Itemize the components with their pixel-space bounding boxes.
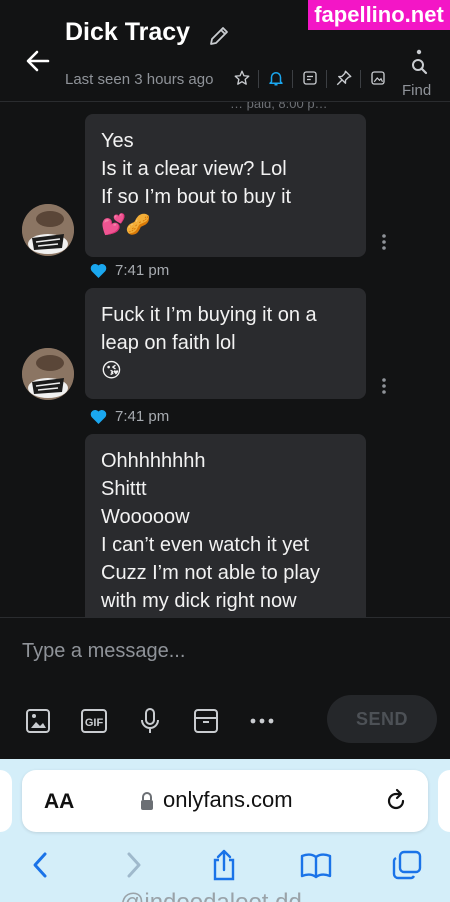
- header-separator: [292, 70, 293, 88]
- reload-icon[interactable]: [383, 788, 409, 814]
- back-chevron-icon[interactable]: [22, 847, 58, 883]
- background-text: @indoodaloot dd: [120, 889, 302, 902]
- avatar[interactable]: [22, 204, 74, 256]
- message-emoji: 💕🥜: [101, 214, 151, 236]
- heart-icon[interactable]: [90, 409, 107, 424]
- back-arrow-icon[interactable]: [22, 45, 54, 77]
- message-line: Yes: [101, 130, 134, 152]
- find-icon[interactable]: [408, 48, 430, 78]
- url-text[interactable]: onlyfans.com: [163, 787, 293, 813]
- next-tab-edge[interactable]: [438, 770, 450, 832]
- message-line: Wooooow: [101, 506, 190, 528]
- more-options-icon[interactable]: [380, 376, 388, 396]
- message-bubble[interactable]: Yes Is it a clear view? Lol If so I’m bo…: [85, 114, 366, 257]
- star-icon[interactable]: [231, 67, 253, 89]
- message-emoji: 😘: [101, 360, 122, 382]
- bell-icon[interactable]: [265, 67, 287, 89]
- watermark: fapellino.net: [308, 0, 450, 30]
- tabs-icon[interactable]: [389, 847, 425, 883]
- message-line: Ohhhhhhhh: [101, 450, 206, 472]
- message-list[interactable]: … paid, 8:00 p… Yes Is it a clear view? …: [0, 102, 450, 617]
- header-separator: [258, 70, 259, 88]
- message-line: I can’t even watch it yet: [101, 534, 309, 556]
- message-time: 7:41 pm: [115, 262, 170, 279]
- image-icon[interactable]: [23, 706, 53, 736]
- message-composer: GIF SEND: [0, 617, 450, 759]
- message-meta: 7:41 pm: [90, 408, 169, 425]
- bookmarks-icon[interactable]: [298, 847, 334, 883]
- contact-name[interactable]: Dick Tracy: [65, 18, 190, 47]
- heart-icon[interactable]: [90, 263, 107, 278]
- note-icon[interactable]: [299, 67, 321, 89]
- message-line: Fuck it I’m buying it on a: [101, 304, 317, 326]
- more-icon[interactable]: [247, 706, 277, 736]
- header-separator: [360, 70, 361, 88]
- last-seen-status: Last seen 3 hours ago: [65, 71, 214, 88]
- message-line: Is it a clear view? Lol: [101, 158, 287, 180]
- pencil-icon[interactable]: [207, 24, 231, 48]
- reader-mode-button[interactable]: AA: [44, 790, 74, 814]
- send-button[interactable]: SEND: [327, 695, 437, 743]
- message-time: 7:41 pm: [115, 408, 170, 425]
- find-label[interactable]: Find: [402, 82, 431, 99]
- message-line: If so I’m bout to buy it: [101, 186, 292, 208]
- previous-message-meta: … paid, 8:00 p…: [230, 102, 328, 111]
- previous-tab-edge[interactable]: [0, 770, 12, 832]
- gif-label: GIF: [85, 717, 104, 729]
- avatar[interactable]: [22, 348, 74, 400]
- message-input[interactable]: [22, 636, 422, 666]
- browser-toolbar: AA onlyfans.com @indoodaloot dd: [0, 759, 450, 902]
- vault-icon[interactable]: [191, 706, 221, 736]
- message-line: Cuzz I’m not able to play: [101, 562, 320, 584]
- media-icon[interactable]: [367, 67, 389, 89]
- address-bar[interactable]: AA onlyfans.com: [22, 770, 428, 832]
- message-line: leap on faith lol: [101, 332, 236, 354]
- more-options-icon[interactable]: [380, 232, 388, 252]
- message-meta: 7:41 pm: [90, 262, 169, 279]
- share-icon[interactable]: [206, 847, 242, 883]
- message-line: with my dick right now: [101, 590, 297, 612]
- message-bubble[interactable]: Ohhhhhhhh Shittt Wooooow I can’t even wa…: [85, 434, 366, 617]
- gif-icon[interactable]: GIF: [79, 706, 109, 736]
- lock-icon: [139, 791, 155, 811]
- forward-chevron-icon[interactable]: [116, 847, 152, 883]
- pin-icon[interactable]: [333, 67, 355, 89]
- message-line: Shittt: [101, 478, 147, 500]
- message-bubble[interactable]: Fuck it I’m buying it on a leap on faith…: [85, 288, 366, 399]
- microphone-icon[interactable]: [135, 706, 165, 736]
- header-separator: [326, 70, 327, 88]
